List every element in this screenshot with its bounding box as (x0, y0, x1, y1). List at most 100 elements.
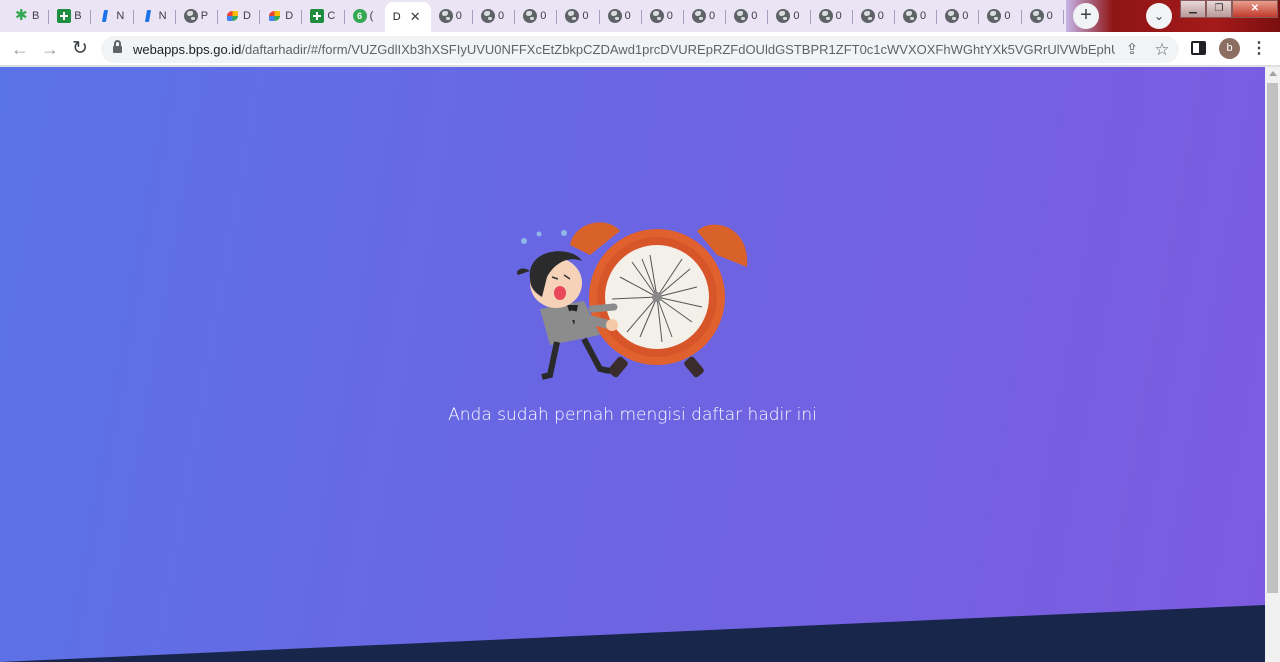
globe-icon (692, 9, 706, 23)
tab-title: 0 (1046, 10, 1053, 22)
globe-icon (776, 9, 791, 23)
url-path: /daftarhadir/#/form/VUZGdlIXb3hXSFIyUVU0… (241, 42, 1115, 57)
already-filled-message: Anda sudah pernah mengisi daftar hadir i… (448, 405, 817, 425)
globe-icon (945, 9, 960, 23)
tab-title: C (327, 10, 336, 22)
lock-icon[interactable] (113, 40, 122, 55)
globe-icon (523, 9, 538, 23)
minimize-button[interactable]: ▁ (1180, 0, 1206, 18)
tab-active[interactable]: D ✕ (384, 2, 431, 32)
tab-title: 0 (877, 10, 884, 22)
tab[interactable]: 0 (431, 4, 474, 28)
tab-title: 0 (455, 10, 462, 22)
globe-icon (903, 9, 917, 23)
tab-title: 0 (920, 10, 927, 22)
tab[interactable]: P (176, 4, 219, 28)
scroll-up-arrow-icon[interactable] (1269, 71, 1277, 76)
reload-button[interactable]: ↻ (69, 38, 91, 60)
forward-button[interactable]: → (39, 38, 61, 60)
new-tab-button[interactable]: + (1073, 3, 1099, 29)
tab[interactable]: B (49, 4, 92, 28)
tab-title: D (285, 10, 294, 22)
tab[interactable]: 0 (557, 4, 600, 28)
tab[interactable]: D (260, 4, 303, 28)
globe-icon (734, 9, 749, 23)
close-tab-icon[interactable]: ✕ (410, 9, 421, 25)
broken-alarm-clock-illustration (516, 222, 748, 380)
scroll-thumb[interactable] (1267, 83, 1278, 593)
colorful-leaf-icon (226, 9, 240, 23)
tab[interactable]: 0 (600, 4, 642, 28)
tab-title: 0 (1004, 10, 1011, 22)
tab[interactable]: D (218, 4, 261, 28)
sheets-icon (57, 9, 72, 23)
tab[interactable]: 0 (853, 4, 896, 28)
tab[interactable]: 0 (642, 4, 685, 28)
tab-title: P (200, 10, 209, 22)
url-host: webapps.bps.go.id (133, 42, 242, 57)
globe-icon (607, 9, 622, 23)
globe-icon (649, 9, 664, 23)
tab-title: 0 (709, 10, 716, 22)
tab[interactable]: 0 (979, 4, 1022, 28)
url-text[interactable]: webapps.bps.go.id/daftarhadir/#/form/VUZ… (133, 42, 1115, 57)
tab[interactable]: 0 (895, 4, 938, 28)
page-content: Anda sudah pernah mengisi daftar hadir i… (0, 67, 1265, 662)
doc-icon (99, 9, 113, 23)
tab[interactable]: 0 (768, 4, 811, 28)
tab-title: ( (369, 10, 374, 22)
tab-title: 0 (835, 10, 842, 22)
tab-search-button[interactable]: ⌄ (1146, 3, 1172, 29)
tab[interactable]: 0 (473, 4, 516, 28)
tab[interactable]: B (7, 4, 50, 28)
globe-icon (481, 9, 495, 23)
whatsapp-icon: 6 (352, 9, 367, 23)
tab-title: D (392, 11, 401, 23)
globe-icon (818, 9, 833, 23)
tab-title: D (243, 10, 251, 22)
sheets-icon (310, 9, 325, 23)
tab[interactable]: 0 (684, 4, 727, 28)
tab-title: 0 (751, 10, 758, 22)
tab[interactable]: N (134, 4, 176, 28)
address-bar[interactable]: webapps.bps.go.id/daftarhadir/#/form/VUZ… (101, 36, 1179, 63)
side-panel-icon[interactable] (1191, 41, 1206, 55)
browser-toolbar: ← → ↻ webapps.bps.go.id/daftarhadir/#/fo… (0, 32, 1280, 66)
tab[interactable]: 0 (515, 4, 558, 28)
tab-title: 0 (962, 10, 969, 22)
tab-title: 0 (540, 10, 547, 22)
tab-title: N (158, 10, 167, 22)
close-window-button[interactable]: ✕ (1232, 0, 1278, 18)
back-button[interactable]: ← (9, 38, 31, 60)
globe-icon (565, 9, 580, 23)
app-icon (15, 6, 29, 24)
tab-title: 0 (624, 10, 631, 22)
tab-title: B (32, 10, 40, 22)
tab[interactable]: 0 (726, 4, 769, 28)
tab[interactable]: 6( (345, 4, 387, 28)
window-controls: ▁ ❐ ✕ (1180, 0, 1278, 18)
globe-icon (1029, 9, 1044, 23)
tab[interactable]: 0 (1022, 4, 1064, 28)
tab[interactable]: C (302, 4, 345, 28)
globe-icon (860, 9, 875, 23)
tab-title: B (74, 10, 82, 22)
tab[interactable]: 0 (811, 4, 853, 28)
tab[interactable]: 0 (937, 4, 980, 28)
restore-button[interactable]: ❐ (1206, 0, 1232, 18)
globe-icon (438, 9, 453, 23)
profile-avatar[interactable]: b (1219, 38, 1240, 59)
doc-icon (142, 9, 156, 23)
tab-title: 0 (666, 10, 673, 22)
page-scrollbar[interactable] (1265, 67, 1280, 662)
bookmark-star-icon[interactable]: ☆ (1152, 40, 1172, 60)
tab-title: 0 (498, 10, 505, 22)
share-icon[interactable]: ⇪ (1122, 40, 1142, 60)
tab-title: N (116, 10, 125, 22)
tab[interactable]: N (91, 4, 134, 28)
tab-title: 0 (582, 10, 589, 22)
browser-menu-icon[interactable]: ⋮ (1251, 38, 1267, 60)
tab-strip: BBNNPDDC6(D✕000000000000000 + ⌄ ▁ ❐ ✕ (0, 0, 1280, 32)
globe-icon (987, 9, 1002, 23)
tab-title: 0 (793, 10, 800, 22)
